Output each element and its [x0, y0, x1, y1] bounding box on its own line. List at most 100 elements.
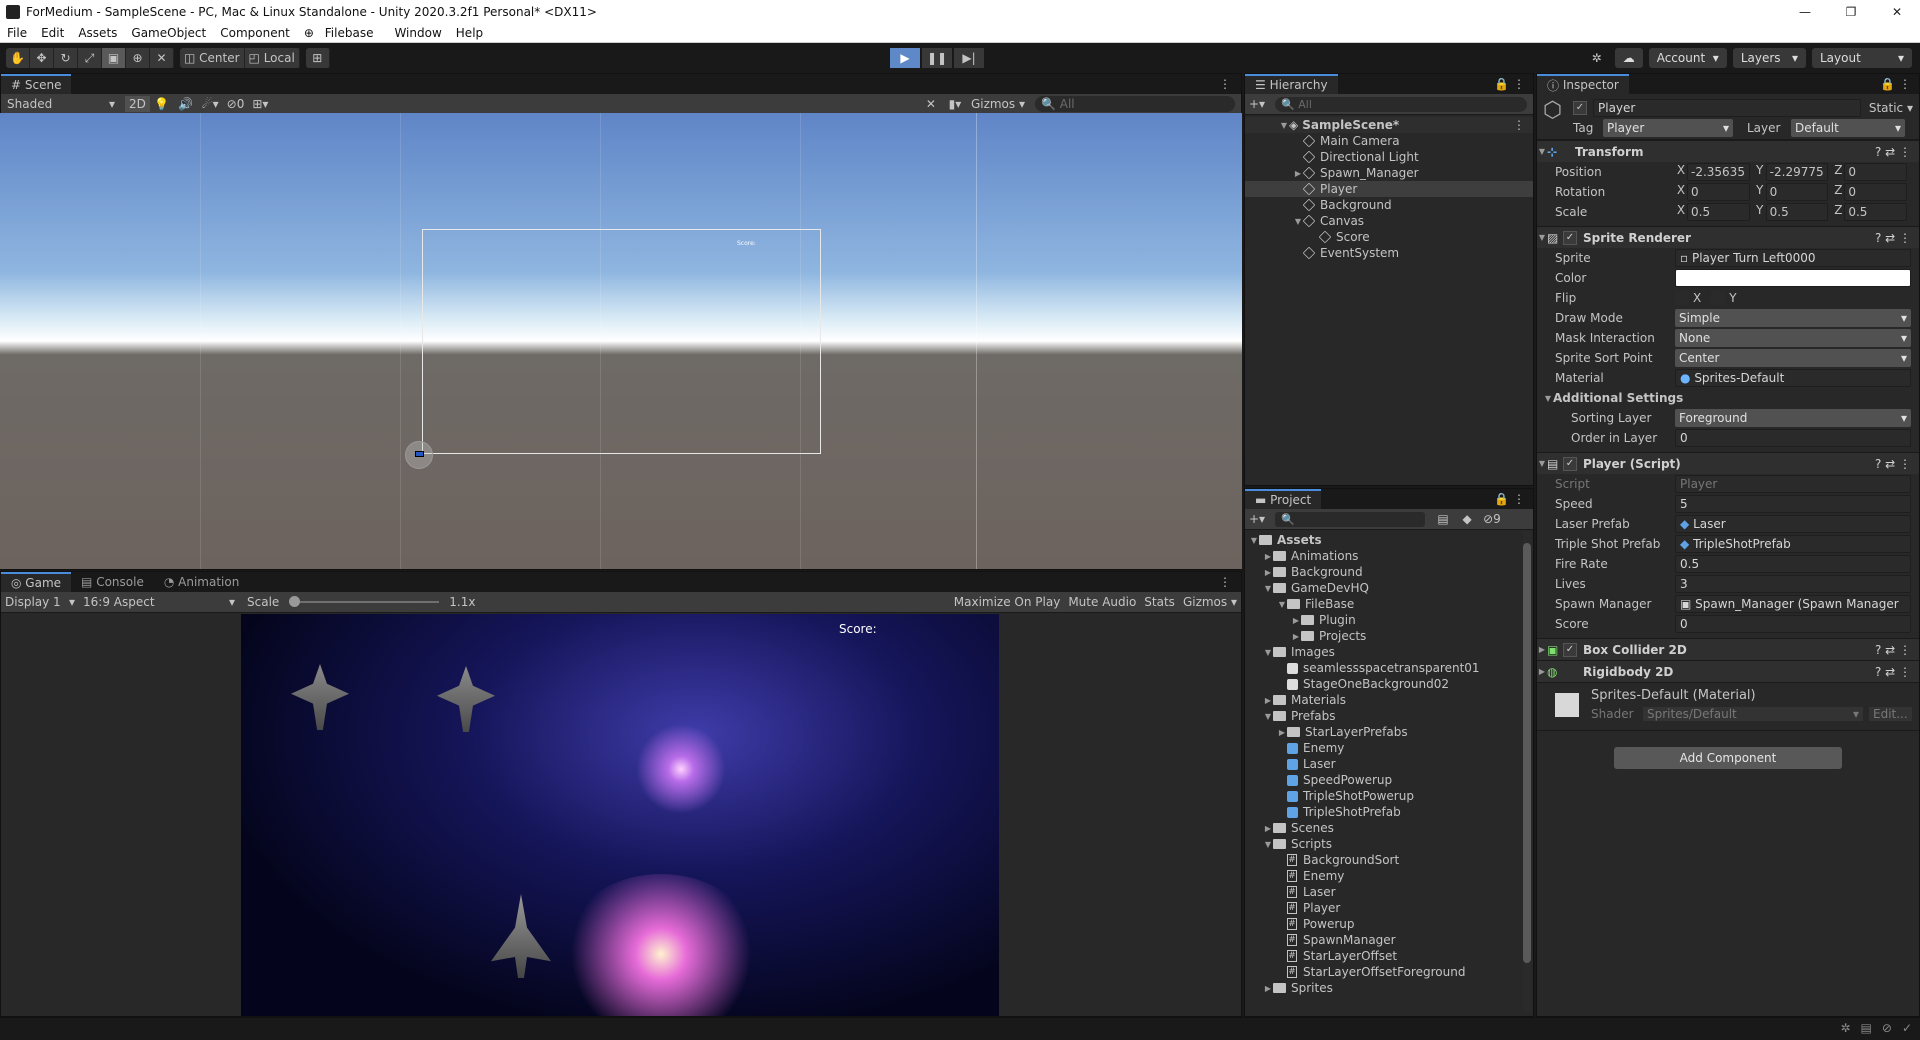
close-button[interactable]: ✕ [1874, 0, 1920, 24]
collab-status-icon[interactable]: ▤ [1861, 1021, 1872, 1035]
hidden-objects-icon[interactable]: ⊘ 0 [223, 94, 249, 114]
expand-icon[interactable]: ▼ [1293, 217, 1303, 226]
player-gizmo[interactable] [405, 441, 433, 469]
play-button[interactable]: ▶ [890, 48, 920, 68]
shading-dropdown[interactable]: Shaded ▾ [1, 97, 119, 111]
menu-edit[interactable]: Edit [34, 26, 71, 40]
canvas-rect[interactable]: Score: [422, 229, 821, 454]
component-menu-icon[interactable]: ? ⇄ ⋮ [1875, 145, 1911, 159]
expand-icon[interactable]: ▼ [1263, 648, 1273, 657]
flip-y-checkbox[interactable] [1711, 291, 1726, 305]
expand-icon[interactable]: ▶ [1293, 169, 1303, 178]
aspect-dropdown[interactable]: 16:9 Aspect ▾ [79, 595, 239, 609]
filter-label-icon[interactable]: ◆ [1455, 509, 1479, 529]
sprite-renderer-header[interactable]: ▼ ▨ ✓ Sprite Renderer ? ⇄ ⋮ [1537, 226, 1919, 248]
cloud-icon[interactable]: ☁ [1614, 48, 1643, 68]
project-item-prefab[interactable]: SpeedPowerup [1245, 772, 1533, 788]
project-item-script[interactable]: # BackgroundSort [1245, 852, 1533, 868]
project-item-script[interactable]: # StarLayerOffsetForeground [1245, 964, 1533, 980]
position-z-field[interactable]: 0 [1844, 163, 1908, 181]
project-item-folder[interactable]: ▶ StarLayerPrefabs [1245, 724, 1533, 740]
rotation-y-field[interactable]: 0 [1765, 183, 1829, 201]
pivot-center-button[interactable]: ◫ Center [180, 48, 245, 68]
hierarchy-lock-icon[interactable]: 🔒 ⋮ [1494, 77, 1533, 91]
hierarchy-item-score[interactable]: Score [1245, 229, 1533, 245]
project-item-script[interactable]: # StarLayerOffset [1245, 948, 1533, 964]
grid-snap-icon[interactable]: ⊞ [306, 48, 330, 68]
project-item-folder[interactable]: ▼ FileBase [1245, 596, 1533, 612]
project-item-prefab[interactable]: TripleShotPowerup [1245, 788, 1533, 804]
position-x-field[interactable]: -2.35635 [1687, 163, 1750, 181]
mask-interaction-dropdown[interactable]: None ▾ [1675, 329, 1911, 347]
project-item-script[interactable]: # Powerup [1245, 916, 1533, 932]
tag-dropdown[interactable]: Player ▾ [1603, 119, 1733, 137]
player-script-header[interactable]: ▼ ▤ ✓ Player (Script) ? ⇄ ⋮ [1537, 452, 1919, 474]
pivot-local-button[interactable]: ◰ Local [245, 48, 300, 68]
box-collider-enabled-checkbox[interactable]: ✓ [1563, 642, 1577, 657]
draw-mode-dropdown[interactable]: Simple ▾ [1675, 309, 1911, 327]
project-lock-icon[interactable]: 🔒 ⋮ [1494, 492, 1533, 506]
hierarchy-item-eventsystem[interactable]: EventSystem [1245, 245, 1533, 261]
project-search-input[interactable]: 🔍 [1275, 511, 1426, 527]
expand-icon[interactable]: ▶ [1537, 645, 1547, 654]
project-item-folder[interactable]: ▶ Materials [1245, 692, 1533, 708]
sprite-renderer-enabled-checkbox[interactable]: ✓ [1563, 230, 1577, 245]
stats-toggle[interactable]: Stats [1140, 592, 1179, 612]
tools-icon[interactable]: ✕ [919, 94, 943, 114]
project-item-image[interactable]: seamlessspacetransparent01 [1245, 660, 1533, 676]
scale-y-field[interactable]: 0.5 [1765, 203, 1829, 221]
scene-search-input[interactable]: 🔍 All [1035, 96, 1235, 112]
project-item-folder[interactable]: ▼ GameDevHQ [1245, 580, 1533, 596]
scene-grid-icon[interactable]: ⊞▾ [248, 94, 272, 114]
transform-header[interactable]: ▼ ⊹ Transform ? ⇄ ⋮ [1537, 140, 1919, 162]
menu-filebase[interactable]: ⊕ Filebase [297, 26, 388, 40]
audio-icon[interactable]: 🔊 [174, 94, 198, 114]
lighting-icon[interactable]: 💡 [150, 94, 174, 114]
expand-icon[interactable]: ▼ [1537, 233, 1547, 242]
material-field[interactable]: ● Sprites-Default [1675, 369, 1911, 387]
menu-assets[interactable]: Assets [71, 26, 124, 40]
project-item-script[interactable]: # Player [1245, 900, 1533, 916]
move-tool-icon[interactable]: ✥ [30, 48, 54, 68]
hand-tool-icon[interactable]: ✋ [6, 48, 30, 68]
project-assets-root[interactable]: ▼ Assets [1245, 532, 1533, 548]
hierarchy-search-input[interactable]: 🔍 All [1275, 96, 1527, 112]
player-script-enabled-checkbox[interactable]: ✓ [1563, 456, 1577, 471]
project-item-prefab[interactable]: TripleShotPrefab [1245, 804, 1533, 820]
hierarchy-item-background[interactable]: Background [1245, 197, 1533, 213]
project-item-folder[interactable]: ▶ Projects [1245, 628, 1533, 644]
scale-x-field[interactable]: 0.5 [1687, 203, 1750, 221]
layer-dropdown[interactable]: Default ▾ [1791, 119, 1905, 137]
expand-icon[interactable]: ▼ [1543, 394, 1553, 403]
tab-hierarchy[interactable]: ☰ Hierarchy [1245, 74, 1338, 94]
project-item-script[interactable]: # SpawnManager [1245, 932, 1533, 948]
hierarchy-item-main-camera[interactable]: Main Camera [1245, 133, 1533, 149]
color-field[interactable] [1675, 269, 1911, 287]
expand-icon[interactable]: ▶ [1263, 824, 1273, 833]
tab-scene[interactable]: # Scene [1, 74, 72, 94]
mode-2d-button[interactable]: 2D [125, 96, 150, 112]
menu-help[interactable]: Help [449, 26, 490, 40]
effects-icon[interactable]: ☄▾ [198, 94, 223, 114]
component-menu-icon[interactable]: ? ⇄ ⋮ [1875, 457, 1911, 471]
shader-edit-button[interactable]: Edit... [1869, 707, 1912, 721]
tab-game[interactable]: ◎ Game [1, 572, 72, 592]
project-item-script[interactable]: # Enemy [1245, 868, 1533, 884]
menu-file[interactable]: File [0, 26, 34, 40]
sorting-layer-dropdown[interactable]: Foreground ▾ [1675, 409, 1911, 427]
mute-audio-toggle[interactable]: Mute Audio [1064, 592, 1140, 612]
hierarchy-scene-row[interactable]: ▼ ◈ SampleScene* ⋮ [1245, 117, 1533, 133]
shader-dropdown[interactable]: Sprites/Default ▾ [1643, 707, 1863, 721]
scene-menu-kebab-icon[interactable]: ⋮ [1513, 118, 1525, 132]
project-item-image[interactable]: StageOneBackground02 [1245, 676, 1533, 692]
expand-icon[interactable]: ▼ [1279, 121, 1289, 130]
tab-inspector[interactable]: ⓘ Inspector [1537, 74, 1629, 94]
order-in-layer-field[interactable]: 0 [1675, 429, 1911, 447]
scale-tool-icon[interactable]: ⤢ [78, 48, 102, 68]
notifications-icon[interactable]: ✓ [1902, 1021, 1912, 1035]
sort-point-dropdown[interactable]: Center ▾ [1675, 349, 1911, 367]
expand-icon[interactable]: ▼ [1249, 536, 1259, 545]
speed-field[interactable]: 5 [1675, 495, 1911, 513]
inspector-lock-icon[interactable]: 🔒 ⋮ [1880, 77, 1919, 91]
minimize-button[interactable]: — [1782, 0, 1828, 24]
